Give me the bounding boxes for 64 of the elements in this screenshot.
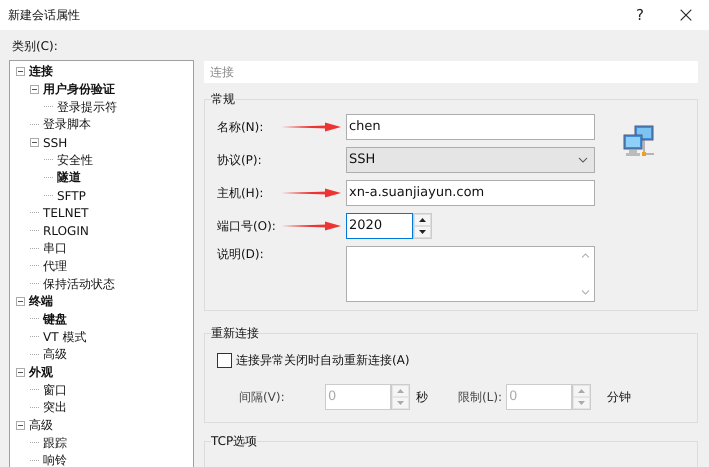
tree-item[interactable]: 键盘 bbox=[42, 310, 68, 328]
triangle-down-icon bbox=[419, 230, 426, 234]
tree-item[interactable]: SFTP bbox=[56, 188, 87, 203]
tree-item[interactable]: 登录脚本 bbox=[42, 116, 92, 134]
checkbox-label: 连接异常关闭时自动重新连接(A) bbox=[236, 352, 410, 369]
field-label: 名称(N): bbox=[217, 118, 264, 136]
group-title: TCP选项 bbox=[211, 433, 258, 450]
tree-item[interactable]: 响铃 bbox=[42, 452, 68, 467]
spin-up-button[interactable] bbox=[414, 214, 431, 226]
tree-item[interactable]: RLOGIN bbox=[42, 224, 90, 238]
tree-item[interactable]: 登录提示符 bbox=[56, 98, 118, 116]
tree-item[interactable]: 隧道 bbox=[56, 169, 82, 186]
tree-item[interactable]: 连接 bbox=[28, 63, 54, 80]
text-field[interactable]: xn-a.suanjiayun.com bbox=[346, 180, 595, 206]
field-label: 说明(D): bbox=[217, 246, 265, 263]
tree-item[interactable]: VT 模式 bbox=[42, 328, 88, 346]
tree-item[interactable]: 安全性 bbox=[56, 152, 94, 169]
group-title: 常规 bbox=[211, 91, 235, 108]
collapse-icon[interactable] bbox=[30, 85, 39, 94]
triangle-down-icon bbox=[578, 401, 586, 405]
tree-item[interactable]: SSH bbox=[42, 136, 68, 150]
field-label: 端口号(O): bbox=[217, 218, 277, 234]
collapse-icon[interactable] bbox=[16, 368, 25, 378]
checkbox[interactable] bbox=[217, 353, 232, 368]
tree-item[interactable]: 终端 bbox=[28, 293, 54, 310]
field-label: 限制(L): bbox=[458, 388, 502, 406]
tree-item[interactable]: 跟踪 bbox=[42, 434, 68, 452]
tree-item[interactable]: 代理 bbox=[42, 258, 68, 275]
collapse-icon[interactable] bbox=[16, 421, 25, 430]
tree-item[interactable]: 高级 bbox=[42, 346, 68, 364]
field-label: 主机(H): bbox=[217, 184, 264, 202]
group-title: 重新连接 bbox=[211, 325, 259, 342]
tree-item[interactable]: TELNET bbox=[42, 206, 90, 220]
field-label: 协议(P): bbox=[217, 152, 263, 168]
chevron-up-icon bbox=[581, 253, 590, 258]
chevron-down-icon bbox=[581, 290, 590, 295]
description-field[interactable] bbox=[346, 246, 595, 302]
collapse-icon[interactable] bbox=[30, 138, 39, 148]
tree-item[interactable]: 用户身份验证 bbox=[42, 81, 116, 98]
text-field[interactable]: chen bbox=[346, 114, 595, 140]
category-label: 类别(C): bbox=[11, 38, 59, 54]
section-header: 连接 bbox=[204, 61, 698, 83]
collapse-icon[interactable] bbox=[16, 67, 25, 76]
tree-item[interactable]: 串口 bbox=[42, 240, 68, 258]
number-field[interactable]: 2020 bbox=[346, 213, 413, 239]
close-button[interactable]: × bbox=[663, 0, 709, 30]
field-label: 间隔(V): bbox=[239, 388, 286, 406]
tree-item[interactable]: 保持活动状态 bbox=[42, 276, 116, 293]
unit-label: 秒 bbox=[416, 388, 428, 406]
chevron-down-icon bbox=[578, 157, 588, 163]
triangle-down-icon bbox=[397, 401, 404, 405]
dropdown[interactable]: SSH bbox=[346, 147, 595, 173]
collapse-icon[interactable] bbox=[16, 297, 25, 306]
triangle-up-icon bbox=[397, 389, 404, 393]
triangle-up-icon bbox=[578, 389, 586, 393]
help-button[interactable]: ? bbox=[617, 0, 663, 30]
tree-item[interactable]: 高级 bbox=[28, 417, 54, 434]
triangle-up-icon bbox=[419, 218, 426, 222]
tree-item[interactable]: 窗口 bbox=[42, 382, 68, 399]
tree-item[interactable]: 突出 bbox=[42, 399, 68, 416]
spin-down-button[interactable] bbox=[414, 226, 431, 238]
window-title: 新建会话属性 bbox=[8, 6, 80, 24]
unit-label: 分钟 bbox=[607, 388, 632, 406]
tree-item[interactable]: 外观 bbox=[28, 364, 54, 382]
